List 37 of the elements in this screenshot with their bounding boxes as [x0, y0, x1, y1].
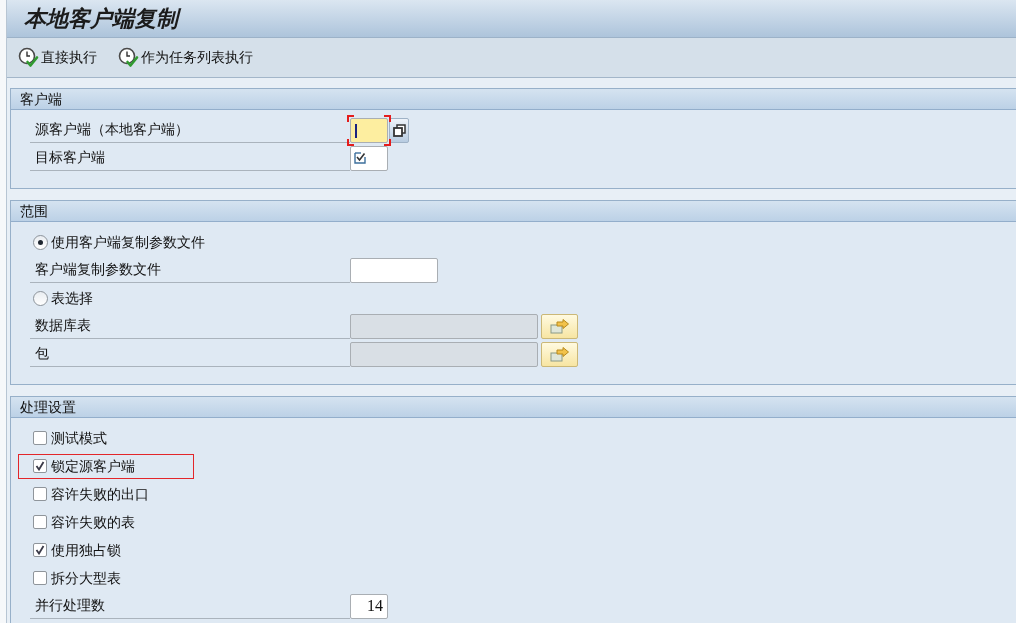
radio-button[interactable] [33, 290, 48, 306]
checkbox[interactable] [33, 571, 47, 585]
field-label: 目标客户端 [30, 145, 350, 171]
folder-arrow-icon [549, 346, 570, 362]
field-label: 客户端复制参数文件 [30, 257, 350, 283]
checkbox[interactable] [33, 515, 47, 529]
checkbox-label: 测试模式 [51, 428, 107, 448]
radio-label: 表选择 [51, 288, 93, 308]
checkbox[interactable] [33, 431, 47, 445]
group-title: 范围 [20, 201, 48, 221]
checkbox[interactable] [33, 543, 47, 557]
checkbox-label: 容许失败的表 [51, 512, 135, 532]
field-label: 并行处理数 [30, 593, 350, 619]
field-label: 源客户端（本地客户端） [30, 117, 350, 143]
checkbox[interactable] [33, 459, 47, 473]
toolbar-button[interactable]: 作为任务列表执行 [118, 47, 253, 68]
field-label: 数据库表 [30, 313, 350, 339]
input-field[interactable] [350, 145, 388, 171]
checkbox-label: 锁定源客户端 [51, 456, 135, 476]
input-field[interactable]: 14 [350, 593, 388, 619]
group-title: 处理设置 [20, 397, 76, 417]
checkbox[interactable] [33, 487, 47, 501]
copy-squares-icon [392, 123, 406, 137]
toolbar-button[interactable]: 直接执行 [18, 47, 97, 68]
group-title: 客户端 [20, 89, 62, 109]
text-cursor [355, 123, 357, 138]
input-field[interactable] [350, 257, 438, 283]
field-label: 包 [30, 341, 350, 367]
clock-check-icon [118, 47, 139, 68]
checkbox-label: 拆分大型表 [51, 568, 121, 588]
radio-button[interactable] [33, 234, 48, 250]
checkbox-label: 使用独占锁 [51, 540, 121, 560]
checkbox-label: 容许失败的出口 [51, 484, 149, 504]
clock-check-icon [18, 47, 39, 68]
value-help-button[interactable] [389, 117, 409, 143]
radio-label: 使用客户端复制参数文件 [51, 232, 205, 252]
folder-arrow-icon [549, 318, 570, 334]
